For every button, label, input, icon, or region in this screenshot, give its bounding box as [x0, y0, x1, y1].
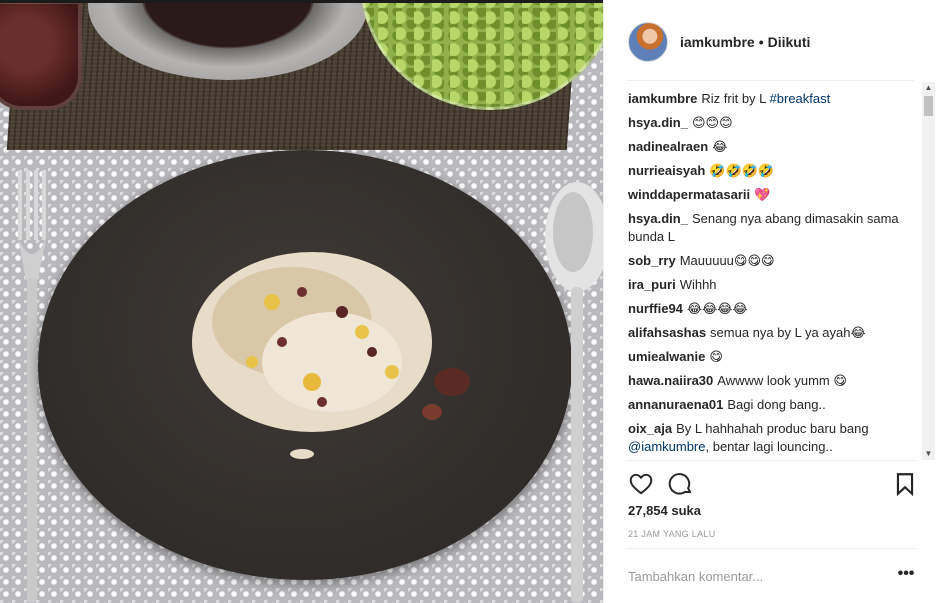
scroll-down-icon[interactable]: ▼ — [922, 448, 935, 460]
comment-username[interactable]: nurrieaisyah — [628, 163, 705, 178]
comment-icon — [668, 473, 692, 495]
comment: annanuraena01 Bagi dong bang.. — [628, 396, 922, 414]
comment: hawa.naiira30 Awwww look yumm 😋 — [628, 372, 922, 390]
header-separator: • — [758, 34, 764, 50]
comment-text: Mauuuuu😋😋😋 — [679, 253, 775, 268]
post-header: iamkumbre • Diikuti — [604, 3, 937, 81]
comment-username[interactable]: umiealwanie — [628, 349, 705, 364]
comment-text: semua nya by L ya ayah😂 — [710, 325, 866, 340]
comment-text: Awwww look yumm 😋 — [717, 373, 847, 388]
comment-username[interactable]: iamkumbre — [628, 91, 697, 106]
comment-username[interactable]: nurffie94 — [628, 301, 683, 316]
post-author-username[interactable]: iamkumbre — [680, 34, 755, 50]
bookmark-icon — [896, 473, 914, 497]
comment-username[interactable]: ira_puri — [628, 277, 676, 292]
comment-username[interactable]: oix_aja — [628, 421, 672, 436]
comment-text: Riz frit by L — [701, 91, 766, 106]
comment: hsya.din_ 😊😊😊 — [628, 114, 922, 132]
comment: alifahsashas semua nya by L ya ayah😂 — [628, 324, 922, 342]
spoon — [545, 182, 603, 603]
scrollbar-thumb[interactable] — [924, 96, 933, 116]
comment-text: 🤣🤣🤣🤣 — [709, 163, 775, 178]
comment-text: Bagi dong bang.. — [727, 397, 826, 412]
comment-text: 💖 — [754, 187, 771, 202]
comment-username[interactable]: winddapermatasarii — [628, 187, 750, 202]
comment-text: 😂 — [712, 139, 728, 154]
comment-scrollbar[interactable]: ▲ ▼ — [922, 82, 935, 460]
comment-text: By L hahhahah produc baru bang — [676, 421, 869, 436]
sambal-jar — [0, 0, 82, 110]
avatar[interactable] — [628, 22, 668, 62]
comment-username[interactable]: nadinealraen — [628, 139, 708, 154]
comment-text: Wihhh — [679, 277, 717, 292]
comment-text: 😊😊😊 — [691, 115, 733, 130]
comment: nurrieaisyah 🤣🤣🤣🤣 — [628, 162, 922, 180]
save-button[interactable] — [892, 471, 918, 497]
follow-status-button[interactable]: Diikuti — [768, 34, 811, 50]
heart-icon — [629, 473, 653, 495]
comment-button[interactable] — [668, 471, 694, 497]
post-photo[interactable] — [0, 0, 603, 603]
post-details-panel: iamkumbre • Diikuti iamkumbre Riz frit by… — [603, 0, 937, 603]
comment: winddapermatasarii 💖 — [628, 186, 922, 204]
comment-text: 😋 — [709, 349, 723, 364]
mention-link[interactable]: @iamkumbre — [628, 439, 706, 454]
comment-username[interactable]: sob_rry — [628, 253, 676, 268]
post-timestamp[interactable]: 21 JAM YANG LALU — [628, 529, 716, 539]
fried-rice — [192, 252, 470, 459]
comment: nadinealraen 😂 — [628, 138, 922, 156]
add-comment-section: ••• — [626, 548, 916, 603]
comment: ira_puri Wihhh — [628, 276, 922, 294]
more-options-button[interactable]: ••• — [896, 566, 916, 587]
comment-text: 😂😂😂😂 — [686, 301, 748, 316]
comment-username[interactable]: hawa.naiira30 — [628, 373, 713, 388]
comment: hsya.din_ Senang nya abang dimasakin sama… — [628, 210, 922, 246]
comment-input[interactable] — [628, 565, 868, 587]
comment: sob_rry Mauuuuu😋😋😋 — [628, 252, 922, 270]
hashtag-link[interactable]: #breakfast — [770, 91, 831, 106]
comment: oix_aja By L hahhahah produc baru bang @i… — [628, 420, 922, 456]
comment: nurffie94 😂😂😂😂 — [628, 300, 922, 318]
header-text: iamkumbre • Diikuti — [680, 34, 810, 50]
action-bar — [626, 460, 916, 504]
like-button[interactable] — [628, 471, 654, 497]
scroll-up-icon[interactable]: ▲ — [922, 82, 935, 94]
comment-username[interactable]: alifahsashas — [628, 325, 706, 340]
comment-username[interactable]: annanuraena01 — [628, 397, 723, 412]
comment-username[interactable]: hsya.din_ — [628, 211, 688, 226]
comment-text-continued: , bentar lagi louncing.. — [705, 439, 833, 454]
comment: umiealwanie 😋 — [628, 348, 922, 366]
like-count[interactable]: 27,854 suka — [628, 503, 701, 518]
comment-username[interactable]: hsya.din_ — [628, 115, 688, 130]
caption: iamkumbre Riz frit by L #breakfast — [628, 90, 922, 108]
comment-list[interactable]: iamkumbre Riz frit by L #breakfast hsya.d… — [628, 90, 922, 460]
